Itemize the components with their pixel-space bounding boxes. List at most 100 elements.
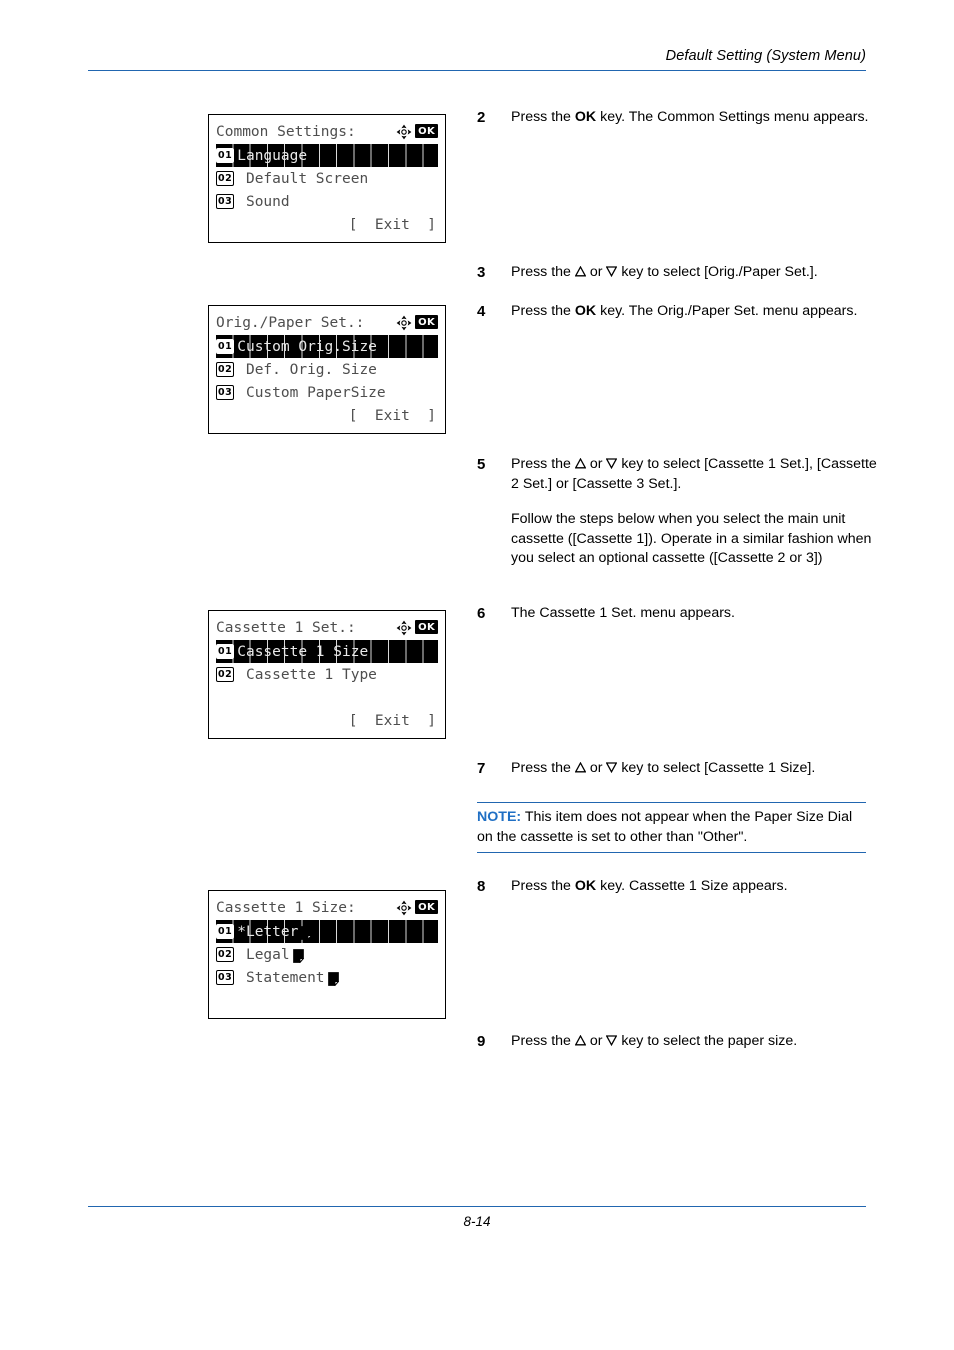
step-text-run: key to select [Cassette 1 Size]. <box>617 760 816 776</box>
lcd-menu-item-inner: 01 Language <box>216 145 307 167</box>
ok-key-badge: OK <box>415 620 438 634</box>
step-paragraph: Press the OK key. The Common Settings me… <box>511 108 877 128</box>
step-text-run: Press the <box>511 109 575 125</box>
dpad-icon <box>396 124 412 140</box>
step-paragraph: Press the or key to select [Cassette 1 S… <box>511 759 877 779</box>
step-number: 7 <box>477 760 486 777</box>
lcd-menu-item[interactable]: 02 Legal <box>216 943 438 966</box>
lcd-item-label: Statement <box>237 969 325 986</box>
ok-key-name: OK <box>574 303 597 319</box>
lcd-menu-item[interactable]: 03 Sound <box>216 190 438 213</box>
lcd-menu-item-inner: 03 Sound <box>216 191 290 213</box>
step-number: 6 <box>477 605 486 622</box>
step-text-run: Follow the steps below when you select t… <box>511 511 872 566</box>
step-text-run: Press the <box>511 264 575 280</box>
paper-portrait-icon <box>301 925 313 940</box>
ok-key-badge: OK <box>415 315 438 329</box>
step-text: Press the or key to select the paper siz… <box>511 1032 877 1052</box>
ok-key-name: OK <box>574 109 597 125</box>
lcd-item-label: Custom PaperSize <box>237 384 386 401</box>
note-block: NOTE: This item does not appear when the… <box>477 802 866 853</box>
lcd-menu-item[interactable]: 02 Def. Orig. Size <box>216 358 438 381</box>
lcd-exit-button[interactable]: [ Exit ] <box>216 709 438 732</box>
step-number: 2 <box>477 109 486 126</box>
lcd-item-label: Sound <box>237 193 290 210</box>
instruction-step: 3 Press the or key to select [Orig./Paper… <box>477 263 877 283</box>
step-text-run: Press the <box>511 1033 575 1049</box>
lcd-panel: Common Settings: OK 01 Language 02 Default S… <box>208 114 446 243</box>
triangle-down-icon <box>606 266 618 277</box>
lcd-menu-item[interactable]: 01 Custom Orig.Size <box>216 335 438 358</box>
lcd-item-number-badge: 01 <box>216 644 235 659</box>
step-text: Press the or key to select [Cassette 1 S… <box>511 759 877 779</box>
lcd-menu-item[interactable]: 01 *Letter <box>216 920 438 943</box>
note-rule-bottom <box>477 852 866 853</box>
step-text-run: key to select [Orig./Paper Set.]. <box>617 264 818 280</box>
lcd-title-row: Common Settings: OK <box>216 121 438 143</box>
dpad-icon <box>396 900 412 916</box>
step-paragraph: Press the or key to select [Cassette 1 S… <box>511 455 877 494</box>
lcd-item-number-badge: 01 <box>216 339 235 354</box>
step-number: 8 <box>477 878 486 895</box>
lcd-blank-row <box>216 686 438 709</box>
lcd-menu-item-inner: 03 Statement <box>216 967 339 989</box>
header-title: Default Setting (System Menu) <box>665 48 866 64</box>
lcd-menu-item[interactable]: 01 Cassette 1 Size <box>216 640 438 663</box>
step-text-run: Press the <box>511 456 575 472</box>
step-text-run: The Cassette 1 Set. menu appears. <box>511 605 735 621</box>
step-text-run: Press the <box>511 878 575 894</box>
lcd-menu-item[interactable]: 02 Cassette 1 Type <box>216 663 438 686</box>
lcd-item-label: Cassette 1 Type <box>237 666 377 683</box>
step-text-run: key. The Orig./Paper Set. menu appears. <box>596 303 858 319</box>
lcd-menu-item[interactable]: 01 Language <box>216 144 438 167</box>
step-text: Press the OK key. Cassette 1 Size appear… <box>511 877 877 897</box>
ok-key-badge: OK <box>415 900 438 914</box>
step-paragraph: Press the or key to select [Orig./Paper … <box>511 263 877 283</box>
lcd-title-text: Orig./Paper Set.: <box>216 315 365 331</box>
lcd-item-number-badge: 02 <box>216 947 235 962</box>
note-label: NOTE: <box>477 809 522 825</box>
step-text: The Cassette 1 Set. menu appears. <box>511 604 877 624</box>
instruction-step: 8 Press the OK key. Cassette 1 Size appea… <box>477 877 877 897</box>
note-body: This item does not appear when the Paper… <box>477 809 853 845</box>
lcd-menu-item[interactable]: 03 Custom PaperSize <box>216 381 438 404</box>
lcd-menu-item-inner: 02 Cassette 1 Type <box>216 664 377 686</box>
lcd-menu-item[interactable]: 02 Default Screen <box>216 167 438 190</box>
triangle-up-icon <box>574 762 586 773</box>
lcd-item-number-badge: 03 <box>216 194 235 209</box>
lcd-menu-item-inner: 02 Default Screen <box>216 168 368 190</box>
lcd-menu-item[interactable]: 03 Statement <box>216 966 438 989</box>
paper-portrait-icon <box>292 948 304 963</box>
dpad-icon <box>396 620 412 636</box>
lcd-exit-button[interactable]: [ Exit ] <box>216 213 438 236</box>
step-text-run: key. Cassette 1 Size appears. <box>596 878 788 894</box>
lcd-panel: Cassette 1 Size: OK 01 *Letter 02 Legal 03 St… <box>208 890 446 1019</box>
instruction-step: 2 Press the OK key. The Common Settings m… <box>477 108 877 128</box>
lcd-exit-button[interactable]: [ Exit ] <box>216 404 438 427</box>
instruction-step: 7 Press the or key to select [Cassette 1 … <box>477 759 877 779</box>
triangle-down-icon <box>606 1035 618 1046</box>
lcd-menu-item-inner: 01 Cassette 1 Size <box>216 641 368 663</box>
note-text: NOTE: This item does not appear when the… <box>477 803 866 852</box>
step-paragraph: Press the OK key. The Orig./Paper Set. m… <box>511 302 877 322</box>
step-text-run: or <box>585 264 607 280</box>
lcd-item-number-badge: 02 <box>216 171 235 186</box>
lcd-item-number-badge: 03 <box>216 970 235 985</box>
step-number: 5 <box>477 456 486 473</box>
lcd-title-row: Orig./Paper Set.: OK <box>216 312 438 334</box>
step-text-run: Press the <box>511 760 575 776</box>
step-text-run: key to select the paper size. <box>617 1033 798 1049</box>
lcd-item-number-badge: 02 <box>216 667 235 682</box>
lcd-panel: Orig./Paper Set.: OK 01 Custom Orig.Size 02 … <box>208 305 446 434</box>
instruction-step: 5 Press the or key to select [Cassette 1 … <box>477 455 877 569</box>
lcd-title-text: Cassette 1 Set.: <box>216 620 356 636</box>
step-text: Press the OK key. The Orig./Paper Set. m… <box>511 302 877 322</box>
lcd-panel: Cassette 1 Set.: OK 01 Cassette 1 Size 02 Ca… <box>208 610 446 739</box>
lcd-item-label: Cassette 1 Size <box>237 643 369 660</box>
page-footer: 8-14 <box>88 1206 866 1229</box>
step-text-run: or <box>585 1033 607 1049</box>
lcd-menu-item-inner: 01 Custom Orig.Size <box>216 336 377 358</box>
lcd-item-label: *Letter <box>237 923 299 940</box>
instruction-step: 9 Press the or key to select the paper si… <box>477 1032 877 1052</box>
step-text-run: or <box>585 760 607 776</box>
